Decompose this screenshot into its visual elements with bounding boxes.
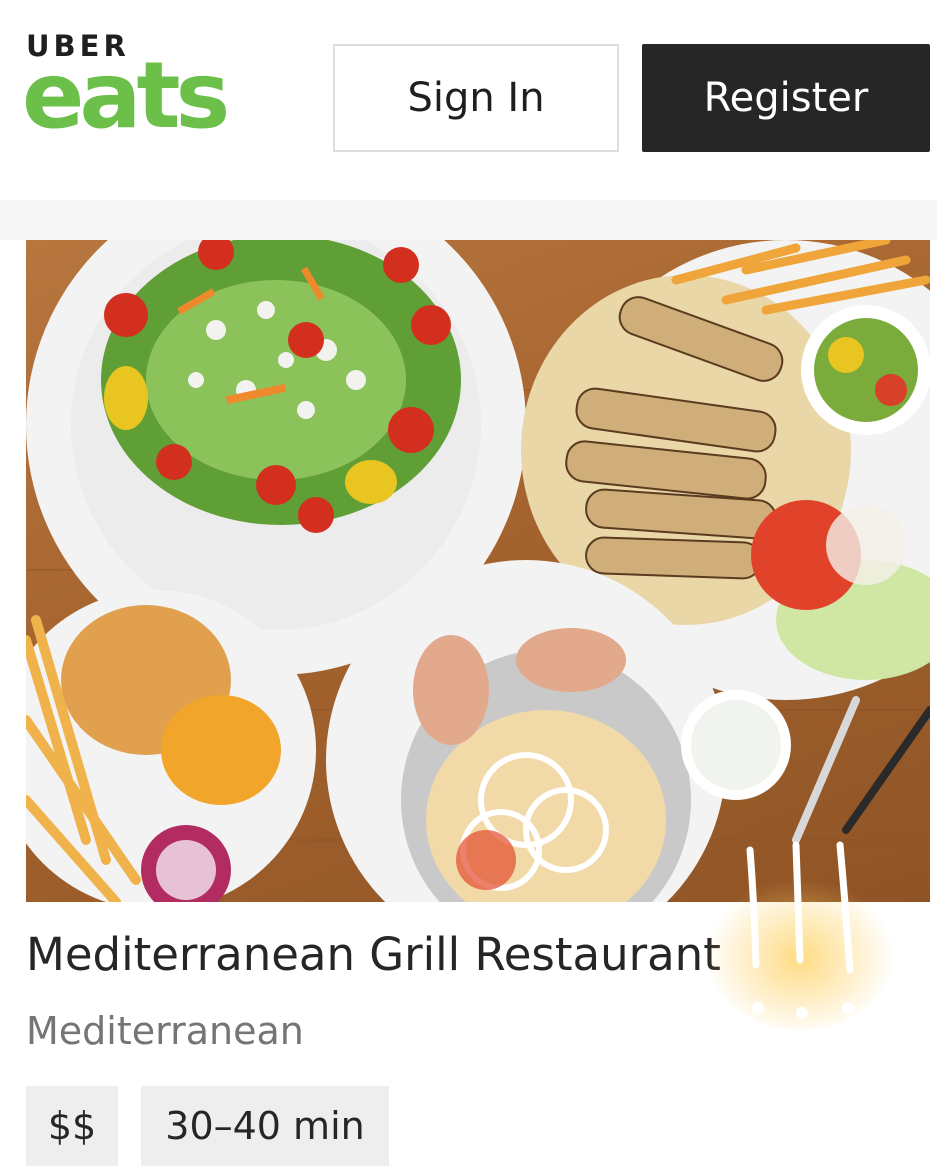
delivery-time-badge: 30–40 min: [141, 1086, 389, 1166]
logo-eats-text: eats: [22, 42, 230, 149]
app-header: UBER eats Sign In Register: [0, 0, 937, 200]
food-illustration: [26, 240, 930, 902]
register-button[interactable]: Register: [642, 44, 930, 152]
uber-eats-logo[interactable]: UBER eats: [22, 30, 230, 142]
restaurant-name[interactable]: Mediterranean Grill Restaurant: [26, 928, 721, 981]
restaurant-hero-image[interactable]: [26, 240, 930, 902]
exclamation-doodle-icon: [705, 841, 895, 1030]
price-range-badge: $$: [26, 1086, 118, 1166]
sign-in-button[interactable]: Sign In: [333, 44, 619, 152]
tzatziki-dip: [681, 690, 791, 800]
fork-and-knife: [792, 696, 930, 844]
header-divider: [0, 200, 937, 240]
restaurant-cuisine: Mediterranean: [26, 1009, 304, 1053]
